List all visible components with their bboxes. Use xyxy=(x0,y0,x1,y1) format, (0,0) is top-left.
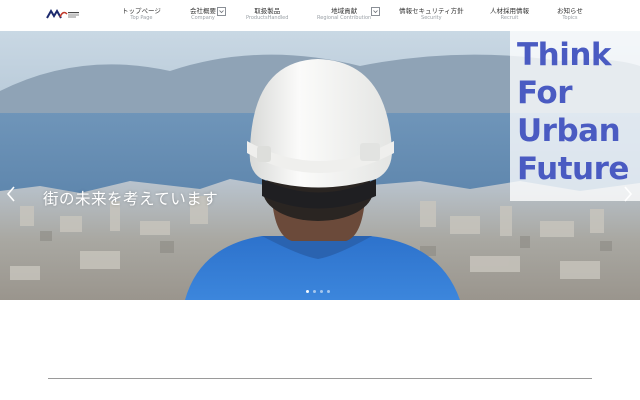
nav-label: トップページ xyxy=(122,7,161,15)
company-logo[interactable] xyxy=(46,8,80,20)
nav-sublabel: Company xyxy=(191,15,215,21)
nav-label: お知らせ xyxy=(557,7,583,15)
nav-item-company[interactable]: 会社概要 Company xyxy=(190,7,216,22)
chevron-down-icon xyxy=(373,10,378,14)
tagline-line: Urban xyxy=(517,113,621,149)
nav-label: 会社概要 xyxy=(190,7,216,15)
nav-label: 地域貢献 xyxy=(331,7,358,15)
nav-item-regional-contribution[interactable]: 地域貢献 Regional Contribution xyxy=(317,7,371,22)
nav-item-top-page[interactable]: トップページ Top Page xyxy=(122,7,161,22)
tagline-line: For xyxy=(517,75,573,111)
nav-sublabel: Regional Contribution xyxy=(317,15,372,21)
nav-sublabel: Topics xyxy=(562,15,578,21)
nav-sublabel: ProductsHandled xyxy=(246,15,289,21)
nav-sublabel: Security xyxy=(421,15,442,21)
nav-label: 人材採用情報 xyxy=(490,7,529,15)
slider-pagination xyxy=(306,290,336,294)
nav-item-topics[interactable]: お知らせ Topics xyxy=(557,7,583,22)
slider-dot[interactable] xyxy=(327,290,330,293)
company-submenu-toggle[interactable] xyxy=(217,7,226,16)
slider-prev-arrow-icon[interactable] xyxy=(5,185,17,203)
hero-tagline: Think For Urban Future xyxy=(517,36,629,188)
nav-sublabel: Recruit xyxy=(500,15,519,21)
section-divider xyxy=(48,378,592,379)
chevron-down-icon xyxy=(219,10,224,14)
nav-label: 取扱製品 xyxy=(254,7,281,15)
tagline-line: Think xyxy=(517,37,612,73)
nav-item-security[interactable]: 情報セキュリティ方針 Security xyxy=(399,7,464,22)
slider-dot[interactable] xyxy=(320,290,323,293)
nav-label: 情報セキュリティ方針 xyxy=(399,7,464,15)
regional-submenu-toggle[interactable] xyxy=(371,7,380,16)
slider-dot[interactable] xyxy=(306,290,309,293)
tagline-panel: Think For Urban Future xyxy=(510,31,640,201)
hero-catchphrase: 街の未来を考えています xyxy=(43,190,219,208)
nav-item-recruit[interactable]: 人材採用情報 Recruit xyxy=(490,7,529,22)
slider-dot[interactable] xyxy=(313,290,316,293)
nav-item-products[interactable]: 取扱製品 ProductsHandled xyxy=(246,7,288,22)
site-header: トップページ Top Page 会社概要 Company 取扱製品 Produc… xyxy=(0,0,640,31)
nav-sublabel: Top Page xyxy=(130,15,153,21)
tagline-line: Future xyxy=(517,151,629,187)
